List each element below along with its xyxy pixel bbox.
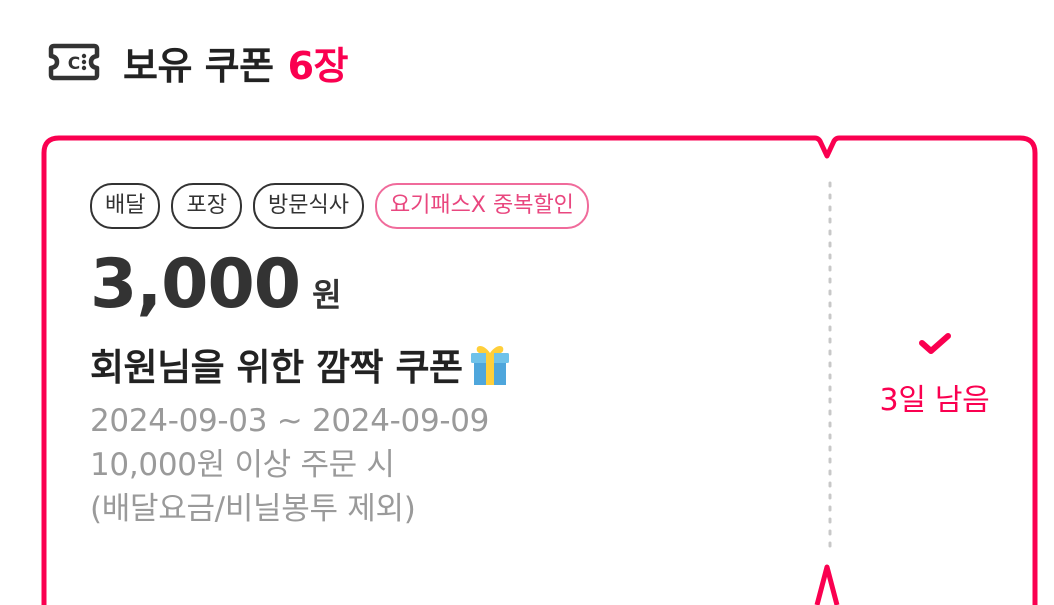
coupon-ticket-icon: C — [48, 43, 100, 81]
coupon-min-order: 10,000원 이상 주문 시 — [90, 447, 395, 483]
coupon-status[interactable]: 3일 남음 — [831, 135, 1038, 605]
days-remaining: 3일 남음 — [879, 383, 990, 418]
coupon-name-text: 회원님을 위한 깜짝 쿠폰 — [90, 346, 463, 389]
amount-unit: 원 — [312, 276, 342, 314]
coupon-header: C 보유 쿠폰 6장 — [47, 38, 348, 88]
tag-dine-in: 방문식사 — [252, 183, 364, 229]
tag-yogipass-no-stacking: 요기패스X 중복할인 — [374, 183, 589, 229]
coupon-list-title: 보유 쿠폰 — [123, 43, 274, 88]
coupon-validity-period: 2024-09-03 ~ 2024-09-09 — [90, 403, 490, 439]
check-icon — [919, 333, 951, 354]
coupon-exclusion: (배달요금/비닐봉투 제외) — [90, 491, 416, 527]
coupon-details: 배달 포장 방문식사 요기패스X 중복할인 3,000 원 회원님을 위한 깜짝… — [90, 183, 810, 531]
coupon-amount: 3,000 원 — [90, 249, 810, 321]
coupon-count: 6장 — [287, 43, 349, 88]
amount-value: 3,000 — [90, 245, 301, 324]
coupon-tags: 배달 포장 방문식사 요기패스X 중복할인 — [90, 183, 810, 229]
tag-delivery: 배달 — [90, 183, 161, 229]
svg-text:C: C — [68, 54, 80, 74]
coupon-card[interactable]: 배달 포장 방문식사 요기패스X 중복할인 3,000 원 회원님을 위한 깜짝… — [41, 135, 1038, 605]
gift-icon — [470, 346, 509, 385]
coupon-name: 회원님을 위한 깜짝 쿠폰 — [90, 337, 810, 391]
tag-takeout: 포장 — [171, 183, 242, 229]
